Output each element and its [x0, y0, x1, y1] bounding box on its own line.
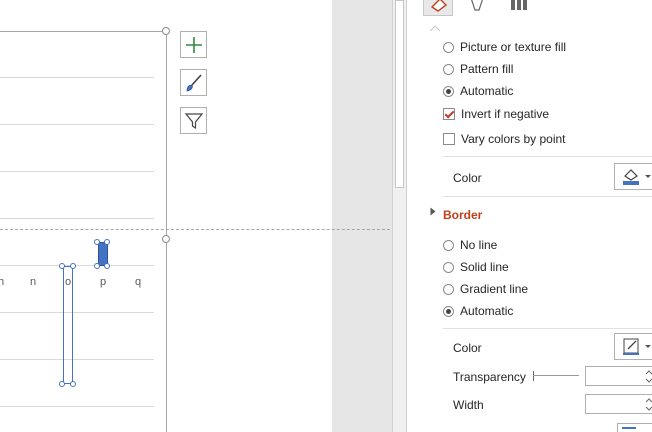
gridline [0, 171, 154, 172]
chart-styles-button[interactable] [180, 69, 207, 96]
width-spinner[interactable] [585, 394, 652, 414]
transparency-label: Transparency [453, 370, 526, 384]
collapse-triangle-icon[interactable] [430, 207, 436, 216]
spinner-arrows-icon [645, 370, 652, 383]
selection-handle[interactable] [70, 381, 76, 387]
radio-label: Automatic [460, 304, 514, 318]
tab-series-options[interactable] [507, 0, 531, 16]
selection-handle[interactable] [59, 381, 65, 387]
selection-handle[interactable] [104, 239, 110, 245]
checkbox[interactable] [443, 133, 455, 145]
radio-button[interactable] [443, 85, 454, 97]
filter-icon [184, 112, 203, 129]
radio-solid-line[interactable]: Solid line [443, 260, 509, 274]
radio-button[interactable] [443, 305, 454, 317]
chart-pane-splitter [0, 229, 390, 230]
border-color-button[interactable] [614, 333, 652, 360]
border-color-label: Color [453, 341, 482, 355]
width-label: Width [453, 398, 484, 412]
transparency-slider[interactable] [533, 375, 579, 376]
radio-button[interactable] [443, 283, 454, 295]
radio-automatic-fill[interactable]: Automatic [443, 84, 513, 98]
spinner-arrows-icon [645, 398, 652, 411]
radio-label: No line [460, 238, 498, 252]
chart-frame-top-border [0, 31, 166, 32]
pen-icon [623, 338, 651, 355]
x-tick-label: n [29, 276, 37, 288]
gridline [0, 406, 154, 407]
plus-icon [185, 36, 202, 53]
selection-handle[interactable] [94, 263, 100, 269]
radio-automatic-line[interactable]: Automatic [443, 304, 513, 318]
line-style-icon [622, 427, 636, 429]
x-tick-label: q [134, 276, 142, 288]
radio-button[interactable] [443, 239, 454, 251]
series-options-icon [511, 0, 527, 10]
fill-line-icon [430, 0, 448, 12]
tab-fill-line[interactable] [423, 0, 453, 16]
paintbrush-icon [186, 73, 202, 91]
transparency-slider-thumb[interactable] [533, 371, 534, 381]
radio-label: Solid line [460, 260, 509, 274]
fill-color-button[interactable] [614, 163, 652, 190]
selection-handle[interactable] [59, 263, 65, 269]
tab-effects[interactable] [465, 0, 489, 16]
tab-pointer [429, 20, 441, 32]
divider [443, 328, 652, 329]
divider [443, 156, 652, 157]
fill-color-label: Color [453, 171, 482, 185]
sheet-scrollbar[interactable] [392, 0, 407, 432]
x-tick-label: h [0, 276, 5, 288]
radio-gradient-line[interactable]: Gradient line [443, 282, 528, 296]
gridline [0, 218, 154, 219]
effects-icon [471, 0, 483, 11]
chart-resize-handle[interactable] [162, 235, 170, 243]
radio-button[interactable] [443, 261, 454, 273]
format-data-series-pane: Picture or texture fill Pattern fill Aut… [407, 0, 652, 432]
border-section-title[interactable]: Border [443, 208, 482, 222]
checkbox-invert-if-negative[interactable]: Invert if negative [443, 107, 549, 121]
gridline [0, 124, 154, 125]
radio-pattern-fill[interactable]: Pattern fill [443, 62, 513, 76]
scrollbar-thumb[interactable] [395, 0, 404, 188]
x-tick-label: p [99, 276, 107, 288]
radio-no-line[interactable]: No line [443, 238, 497, 252]
radio-button[interactable] [443, 63, 454, 75]
radio-label: Automatic [460, 84, 514, 98]
selected-bar-outline[interactable] [63, 266, 73, 384]
compound-type-button[interactable] [617, 423, 652, 432]
chart-filters-button[interactable] [180, 107, 207, 134]
chart-area[interactable]: h n o p q [0, 0, 332, 432]
selection-handle[interactable] [104, 263, 110, 269]
checkbox-label: Invert if negative [461, 107, 550, 121]
radio-label: Gradient line [460, 282, 529, 296]
transparency-spinner[interactable] [585, 366, 652, 386]
radio-button[interactable] [443, 41, 454, 53]
chart-elements-button[interactable] [180, 31, 207, 58]
radio-label: Pattern fill [460, 62, 514, 76]
divider [443, 196, 652, 197]
gridline [0, 312, 154, 313]
radio-label: Picture or texture fill [460, 40, 567, 54]
chart-frame-right-border [166, 31, 167, 432]
checkbox-vary-colors[interactable]: Vary colors by point [443, 132, 566, 146]
gridline [0, 265, 154, 266]
gridline [0, 359, 154, 360]
gridline [0, 77, 154, 78]
checkbox[interactable] [443, 108, 455, 120]
selection-handle[interactable] [94, 239, 100, 245]
radio-picture-texture-fill[interactable]: Picture or texture fill [443, 40, 566, 54]
selection-handle[interactable] [70, 263, 76, 269]
paint-bucket-icon [623, 169, 651, 185]
chart-resize-handle[interactable] [162, 27, 170, 35]
checkbox-label: Vary colors by point [461, 132, 566, 146]
